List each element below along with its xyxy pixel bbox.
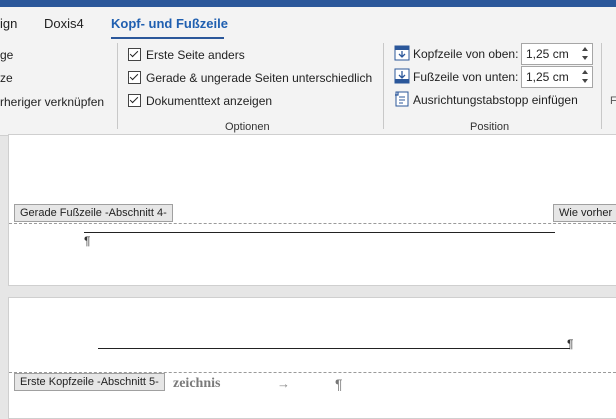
footer-boundary-line <box>9 223 616 224</box>
nav-item-previous[interactable]: ze <box>0 71 13 85</box>
tab-design[interactable]: ign <box>0 16 17 31</box>
footer-border-line <box>84 232 555 233</box>
options-group-label: Optionen <box>225 121 270 133</box>
same-as-previous-tag[interactable]: Wie vorher <box>553 204 616 222</box>
document-heading-text[interactable]: zeichnis <box>173 376 220 392</box>
show-document-text-checkbox[interactable] <box>128 94 141 107</box>
spinner-arrows[interactable] <box>582 45 590 63</box>
header-from-top-value: 1,25 cm <box>526 47 569 61</box>
page-section-4: Gerade Fußzeile -Abschnitt 4- Wie vorher… <box>8 134 616 286</box>
spinner-arrows[interactable] <box>582 68 590 86</box>
even-footer-section-tag: Gerade Fußzeile -Abschnitt 4- <box>14 204 173 222</box>
footer-position-icon <box>394 68 410 84</box>
footer-from-bottom-value: 1,25 cm <box>526 70 569 84</box>
show-document-text-label: Dokumenttext anzeigen <box>146 94 273 108</box>
alignment-tab-icon <box>395 91 409 107</box>
header-border-line <box>98 348 570 349</box>
header-position-icon <box>394 45 410 61</box>
nav-item-next[interactable]: ge <box>0 48 13 62</box>
paragraph-mark: ¶ <box>335 376 343 392</box>
link-to-previous-button[interactable]: rheriger verknüpfen <box>0 95 104 109</box>
paragraph-mark: ¶ <box>567 337 574 351</box>
first-header-section-tag: Erste Kopfzeile -Abschnitt 5- <box>14 373 165 391</box>
different-odd-even-label: Gerade & ungerade Seiten unterschiedlich <box>146 71 373 85</box>
group-separator <box>117 43 118 129</box>
tab-arrow-mark: → <box>277 376 290 391</box>
title-bar-strip <box>0 0 616 7</box>
ribbon-panel: ge ze rheriger verknüpfen Erste Seite an… <box>0 39 616 136</box>
position-group-label: Position <box>470 121 510 133</box>
paragraph-mark: ¶ <box>84 234 91 248</box>
ribbon-tabs: ign Doxis4 Kopf- und Fußzeile <box>0 7 616 40</box>
insert-alignment-tab-button[interactable]: Ausrichtungstabstopp einfügen <box>413 93 578 107</box>
tab-doxis4[interactable]: Doxis4 <box>44 16 84 31</box>
group-separator <box>601 43 602 129</box>
tab-header-footer[interactable]: Kopf- und Fußzeile <box>111 16 228 31</box>
next-group-edge: F <box>610 95 616 107</box>
different-first-page-checkbox[interactable] <box>128 48 141 61</box>
page-section-5: ¶ Erste Kopfzeile -Abschnitt 5- zeichnis… <box>8 297 616 419</box>
spinner-up-icon[interactable] <box>582 47 588 51</box>
spinner-down-icon[interactable] <box>582 79 588 83</box>
spinner-down-icon[interactable] <box>582 56 588 60</box>
group-separator <box>383 43 384 129</box>
different-first-page-label: Erste Seite anders <box>146 48 245 62</box>
spinner-up-icon[interactable] <box>582 70 588 74</box>
document-area: Gerade Fußzeile -Abschnitt 4- Wie vorher… <box>0 134 616 419</box>
header-from-top-label: Kopfzeile von oben: <box>413 47 519 61</box>
header-from-top-spinner[interactable]: 1,25 cm <box>521 43 593 65</box>
footer-from-bottom-label: Fußzeile von unten: <box>413 70 519 84</box>
footer-from-bottom-spinner[interactable]: 1,25 cm <box>521 66 593 88</box>
different-odd-even-checkbox[interactable] <box>128 71 141 84</box>
